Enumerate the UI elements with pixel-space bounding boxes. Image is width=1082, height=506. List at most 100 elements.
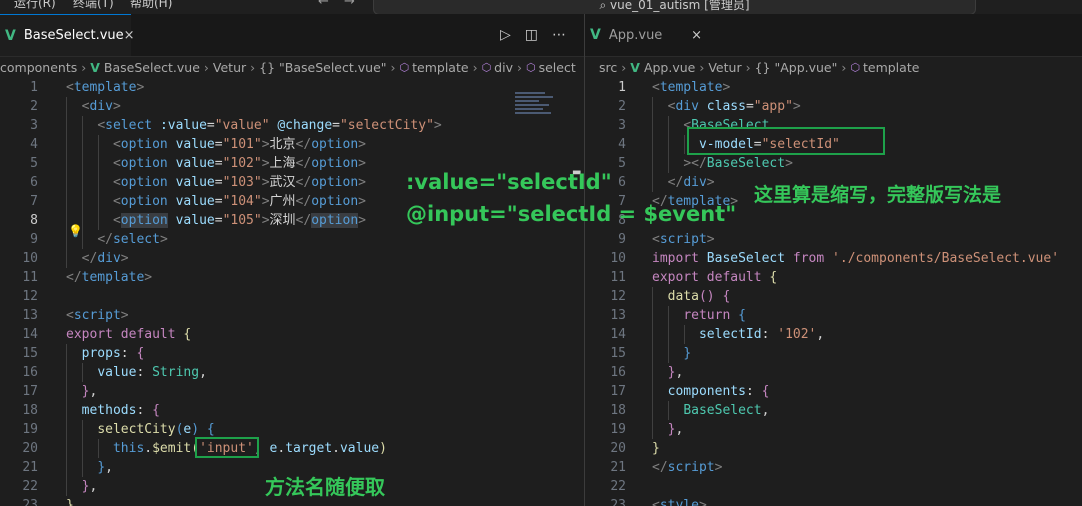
code-text: </div> [667, 175, 715, 190]
line-number: 22 [22, 479, 38, 494]
line-number: 3 [30, 118, 38, 133]
chevron-right-icon: › [203, 59, 209, 75]
breadcrumb-item[interactable]: components [0, 60, 77, 75]
chevron-right-icon: › [516, 59, 522, 75]
line-number: 1 [30, 80, 38, 95]
code-text: }, [97, 460, 113, 475]
line-number: 3 [618, 118, 626, 133]
line-number: 21 [610, 460, 626, 475]
left-editor-group: V BaseSelect.vue × ▷ ◫ ⋯ components › V Bas… [0, 14, 584, 506]
code-line: 16 }, [585, 363, 1082, 382]
right-tab-bar: V App.vue × [585, 14, 1082, 57]
line-number: 16 [22, 365, 38, 380]
tab-baseselect[interactable]: V BaseSelect.vue × [0, 14, 135, 56]
code-text: <style> [652, 498, 707, 506]
command-center[interactable]: ⌕ vue_01_autism [管理员] [373, 0, 976, 14]
line-number: 20 [610, 441, 626, 456]
code-line: 10 </div> [0, 249, 584, 268]
code-line: 19 }, [585, 420, 1082, 439]
line-number: 18 [22, 403, 38, 418]
title-bar: 运行(R) 终端(T) 帮助(H) ← → ⌕ vue_01_autism [管… [0, 0, 1082, 14]
code-line: 22 [585, 477, 1082, 496]
more-actions-icon[interactable]: ⋯ [552, 27, 566, 43]
line-number: 15 [610, 346, 626, 361]
code-line: 4 <option value="101">北京</option> [0, 135, 584, 154]
line-number: 4 [30, 137, 38, 152]
code-line: 5 ></BaseSelect> [585, 154, 1082, 173]
input-highlight-box [195, 437, 259, 458]
breadcrumb-item[interactable]: Vetur [708, 60, 741, 75]
breadcrumb-item[interactable]: BaseSelect.vue [104, 60, 200, 75]
code-line: 18 BaseSelect, [585, 401, 1082, 420]
line-number: 23 [610, 498, 626, 506]
line-number: 10 [22, 251, 38, 266]
minimap[interactable] [515, 92, 557, 132]
line-number: 13 [22, 308, 38, 323]
code-editor[interactable]: 1 <template> 2 <div> 3 <select :value="valu… [0, 78, 584, 506]
code-text: }, [667, 365, 684, 380]
code-text: </script> [652, 460, 723, 475]
code-line: 17 components: { [585, 382, 1082, 401]
menu-help[interactable]: 帮助(H) [130, 0, 172, 11]
input-shorthand-annotation: @input="selectId = $event" [406, 202, 737, 226]
code-text: export default { [652, 270, 778, 285]
breadcrumb-item[interactable]: div [494, 60, 513, 75]
menu-run[interactable]: 运行(R) [14, 0, 56, 11]
code-text: } [652, 441, 660, 456]
line-number: 5 [30, 156, 38, 171]
code-line: 3 <select :value="value" @change="select… [0, 116, 584, 135]
line-number: 19 [610, 422, 626, 437]
code-text: <script> [66, 308, 129, 323]
chevron-right-icon: › [699, 59, 705, 75]
breadcrumb-item[interactable]: {} "App.vue" [755, 60, 838, 75]
breadcrumb-item[interactable]: template [863, 60, 919, 75]
tab-app[interactable]: V App.vue × [585, 14, 710, 56]
close-icon[interactable]: × [691, 28, 702, 43]
code-text: }, [81, 384, 98, 399]
code-text: <template> [66, 80, 145, 95]
code-line: 14 export default { [0, 325, 584, 344]
back-arrow-icon[interactable]: ← [318, 0, 329, 9]
menu-terminal[interactable]: 终端(T) [73, 0, 114, 11]
lightbulb-icon[interactable]: 💡 [68, 224, 83, 238]
breadcrumb-item[interactable]: Vetur [213, 60, 246, 75]
element-icon: ⬡ [399, 60, 410, 74]
close-icon[interactable]: × [124, 28, 135, 43]
line-number: 16 [610, 365, 626, 380]
code-text: </div> [81, 251, 129, 266]
line-number: 7 [30, 194, 38, 209]
line-number: 9 [30, 232, 38, 247]
code-text: <template> [652, 80, 731, 95]
code-text: value: String, [97, 365, 207, 380]
chevron-right-icon: › [841, 59, 847, 75]
line-number: 13 [610, 308, 626, 323]
breadcrumb-item[interactable]: template [412, 60, 468, 75]
split-editor-icon[interactable]: ◫ [525, 27, 538, 43]
line-number: 9 [618, 232, 626, 247]
line-number: 14 [610, 327, 626, 342]
code-line: 13 return { [585, 306, 1082, 325]
shorthand-note-annotation: 这里算是缩写，完整版写法是 [754, 184, 1002, 206]
chevron-right-icon: › [745, 59, 751, 75]
line-number: 11 [22, 270, 38, 285]
breadcrumb-item[interactable]: src [599, 60, 617, 75]
tab-label: App.vue [608, 27, 663, 43]
line-number: 17 [22, 384, 38, 399]
run-icon[interactable]: ▷ [500, 27, 511, 43]
code-text: <option value="105">深圳</option> [112, 213, 366, 228]
code-text: BaseSelect, [683, 403, 770, 418]
breadcrumb-item[interactable]: {} "BaseSelect.vue" [259, 60, 386, 75]
forward-arrow-icon[interactable]: → [344, 0, 355, 9]
line-number: 19 [22, 422, 38, 437]
chevron-right-icon: › [621, 59, 627, 75]
code-text: <option value="101">北京</option> [112, 137, 366, 152]
code-line: 2 <div class="app"> [585, 97, 1082, 116]
code-line: 17 }, [0, 382, 584, 401]
code-text: <script> [652, 232, 715, 247]
code-line: 10 import BaseSelect from './components/B… [585, 249, 1082, 268]
code-text: } [683, 346, 692, 361]
command-center-label: vue_01_autism [管理员] [610, 0, 750, 12]
breadcrumb-item[interactable]: App.vue [644, 60, 695, 75]
code-line: 9 <script> [585, 230, 1082, 249]
breadcrumb-item[interactable]: select [539, 60, 576, 75]
